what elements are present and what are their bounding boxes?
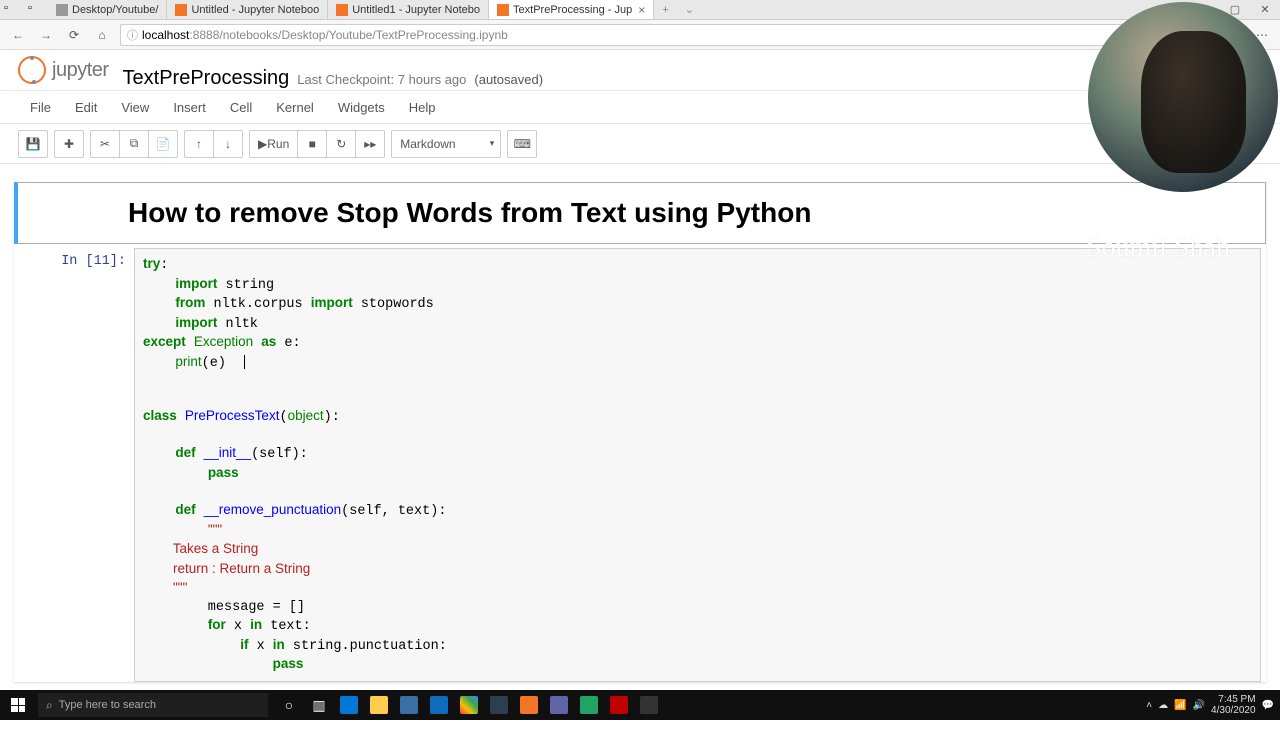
tab-title: Untitled - Jupyter Noteboo bbox=[191, 4, 319, 16]
taskbar-app[interactable] bbox=[484, 690, 514, 720]
tray-chevron-icon[interactable]: ˄ bbox=[1146, 700, 1152, 711]
taskbar-app[interactable] bbox=[334, 690, 364, 720]
url-path: :8888/notebooks/Desktop/Youtube/TextPreP… bbox=[189, 28, 507, 42]
command-palette-button[interactable]: ⌨ bbox=[507, 130, 537, 158]
move-up-button[interactable]: ↑ bbox=[184, 130, 214, 158]
code-cell[interactable]: In [11]: try: import string from nltk.co… bbox=[14, 244, 1266, 682]
menu-insert[interactable]: Insert bbox=[161, 91, 218, 123]
taskbar-app[interactable] bbox=[604, 690, 634, 720]
notebook-title[interactable]: TextPreProcessing bbox=[123, 67, 290, 90]
browser-tab-strip: ▫ ▫ Desktop/Youtube/ Untitled - Jupyter … bbox=[0, 0, 1280, 20]
address-bar[interactable]: ⓘ localhost:8888/notebooks/Desktop/Youtu… bbox=[120, 24, 1244, 46]
taskbar-app[interactable] bbox=[364, 690, 394, 720]
run-button[interactable]: ▶ Run bbox=[249, 130, 298, 158]
browser-tab[interactable]: Untitled - Jupyter Noteboo bbox=[167, 0, 328, 19]
save-button[interactable]: 💾 bbox=[18, 130, 48, 158]
heading: How to remove Stop Words from Text using… bbox=[128, 197, 1155, 229]
cell-type-select[interactable]: Markdown bbox=[391, 130, 501, 158]
browser-nav-bar: ← → ⟳ ⌂ ⓘ localhost:8888/notebooks/Deskt… bbox=[0, 20, 1280, 50]
copy-button[interactable]: ⧉ bbox=[119, 130, 149, 158]
edge-menu-icon[interactable]: ▫ bbox=[28, 2, 44, 18]
autosaved-status: (autosaved) bbox=[474, 72, 543, 87]
paste-button[interactable]: 📄 bbox=[148, 130, 178, 158]
watermark-text: Soumil Shah bbox=[1086, 232, 1230, 264]
tray-time: 7:45 PM bbox=[1211, 694, 1256, 705]
restart-button[interactable]: ↻ bbox=[326, 130, 356, 158]
menu-view[interactable]: View bbox=[109, 91, 161, 123]
edge-menu-icon[interactable]: ▫ bbox=[4, 2, 20, 18]
tray-date: 4/30/2020 bbox=[1211, 705, 1256, 716]
tray-wifi-icon[interactable]: 📶 bbox=[1174, 700, 1186, 711]
checkpoint-status: Last Checkpoint: 7 hours ago bbox=[297, 72, 466, 87]
notifications-icon[interactable]: 💬 bbox=[1262, 700, 1274, 711]
taskbar-app[interactable] bbox=[394, 690, 424, 720]
browser-tab-active[interactable]: TextPreProcessing - Jup × bbox=[489, 0, 654, 19]
input-prompt: In [11]: bbox=[19, 248, 134, 682]
search-placeholder: Type here to search bbox=[59, 699, 156, 711]
cortana-icon[interactable]: ○ bbox=[274, 690, 304, 720]
url-host: localhost bbox=[142, 28, 189, 42]
close-tab-icon[interactable]: × bbox=[638, 3, 645, 17]
taskbar-app[interactable] bbox=[634, 690, 664, 720]
taskbar-app[interactable] bbox=[574, 690, 604, 720]
cell-type-value: Markdown bbox=[400, 137, 455, 151]
menu-cell[interactable]: Cell bbox=[218, 91, 264, 123]
tab-title: TextPreProcessing - Jup bbox=[513, 4, 632, 16]
menu-edit[interactable]: Edit bbox=[63, 91, 109, 123]
new-tab-button[interactable]: + bbox=[654, 0, 676, 19]
tab-overflow-icon[interactable]: ⌄ bbox=[677, 0, 702, 19]
folder-icon bbox=[56, 4, 68, 16]
taskbar-app[interactable] bbox=[514, 690, 544, 720]
tab-title: Untitled1 - Jupyter Notebo bbox=[352, 4, 480, 16]
browser-tab[interactable]: Desktop/Youtube/ bbox=[48, 0, 167, 19]
jupyter-toolbar: 💾 ✚ ✂ ⧉ 📄 ↑ ↓ ▶ Run ■ ↻ ▸▸ Markdown ⌨ bbox=[0, 124, 1280, 164]
add-cell-button[interactable]: ✚ bbox=[54, 130, 84, 158]
tab-title: Desktop/Youtube/ bbox=[72, 4, 158, 16]
system-tray[interactable]: ˄ ☁ 📶 🔊 7:45 PM 4/30/2020 💬 bbox=[1146, 694, 1280, 716]
menu-help[interactable]: Help bbox=[397, 91, 448, 123]
jupyter-logo-text: jupyter bbox=[52, 59, 109, 82]
search-icon: ⌕ bbox=[46, 698, 53, 713]
move-down-button[interactable]: ↓ bbox=[213, 130, 243, 158]
start-button[interactable] bbox=[0, 690, 36, 720]
back-button[interactable]: ← bbox=[4, 23, 32, 47]
menu-kernel[interactable]: Kernel bbox=[264, 91, 326, 123]
jupyter-favicon bbox=[175, 4, 187, 16]
interrupt-button[interactable]: ■ bbox=[297, 130, 327, 158]
tray-volume-icon[interactable]: 🔊 bbox=[1193, 700, 1205, 711]
info-icon: ⓘ bbox=[127, 27, 138, 43]
taskbar-search[interactable]: ⌕ Type here to search bbox=[38, 693, 268, 717]
forward-button[interactable]: → bbox=[32, 23, 60, 47]
menu-widgets[interactable]: Widgets bbox=[326, 91, 397, 123]
jupyter-logo-icon bbox=[18, 56, 46, 84]
restart-run-all-button[interactable]: ▸▸ bbox=[355, 130, 385, 158]
jupyter-favicon bbox=[336, 4, 348, 16]
taskbar-app[interactable] bbox=[424, 690, 454, 720]
browser-tab[interactable]: Untitled1 - Jupyter Notebo bbox=[328, 0, 489, 19]
windows-taskbar: ⌕ Type here to search ○ ▥ ˄ ☁ 📶 🔊 7:45 PM… bbox=[0, 690, 1280, 720]
menu-file[interactable]: File bbox=[18, 91, 63, 123]
jupyter-favicon bbox=[497, 4, 509, 16]
tray-cloud-icon[interactable]: ☁ bbox=[1158, 700, 1168, 711]
taskbar-app[interactable] bbox=[454, 690, 484, 720]
close-window-icon[interactable]: ✕ bbox=[1250, 3, 1280, 16]
markdown-cell[interactable]: How to remove Stop Words from Text using… bbox=[14, 182, 1266, 244]
refresh-button[interactable]: ⟳ bbox=[60, 23, 88, 47]
text-cursor bbox=[244, 355, 245, 369]
webcam-overlay bbox=[1088, 2, 1278, 192]
jupyter-logo[interactable]: jupyter bbox=[18, 56, 109, 84]
run-label: Run bbox=[267, 137, 289, 151]
home-button[interactable]: ⌂ bbox=[88, 23, 116, 47]
cut-button[interactable]: ✂ bbox=[90, 130, 120, 158]
taskbar-app[interactable] bbox=[544, 690, 574, 720]
task-view-icon[interactable]: ▥ bbox=[304, 690, 334, 720]
code-input-area[interactable]: try: import string from nltk.corpus impo… bbox=[134, 248, 1261, 682]
